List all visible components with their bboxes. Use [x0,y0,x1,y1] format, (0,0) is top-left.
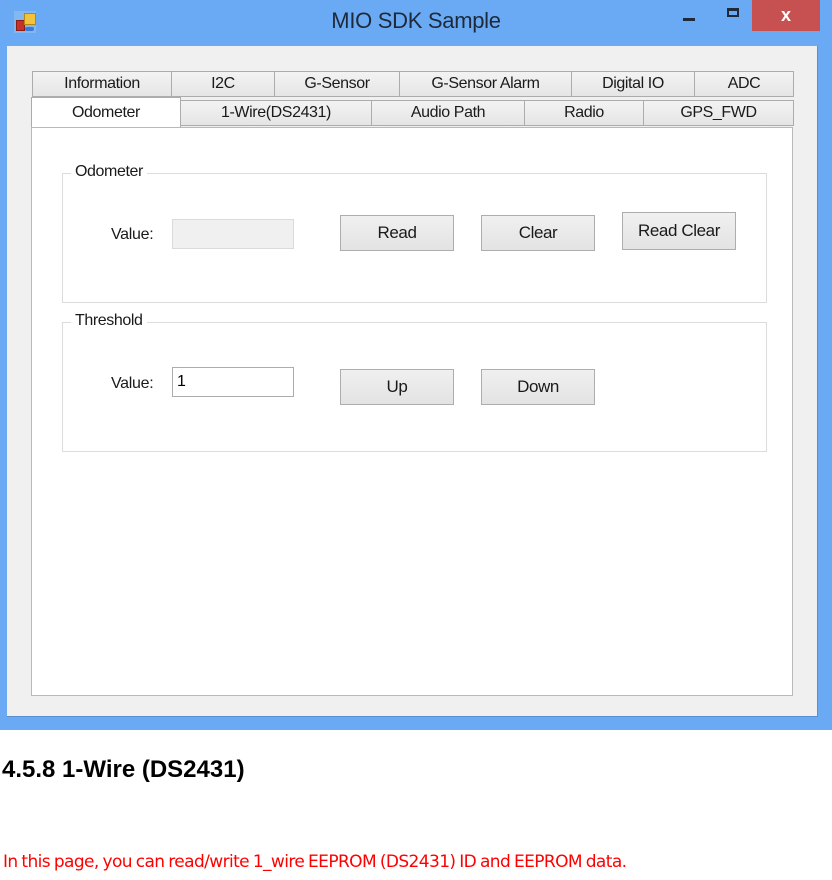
tab-odometer[interactable]: Odometer [31,97,181,127]
close-button[interactable]: x [752,0,820,31]
threshold-group-title: Threshold [71,312,147,330]
threshold-value-input[interactable] [172,367,294,397]
odometer-groupbox: Odometer Value: Read Clear Read Clear [62,163,767,303]
tab-1-wire[interactable]: 1-Wire(DS2431) [180,100,372,126]
section-description: In this page, you can read/write 1_wire … [3,852,627,872]
tab-information[interactable]: Information [32,71,172,97]
tab-gps-fwd[interactable]: GPS_FWD [643,100,794,126]
up-button[interactable]: Up [340,369,454,405]
title-bar[interactable]: MIO SDK Sample x [0,0,832,46]
minimize-icon [683,18,695,21]
read-clear-button[interactable]: Read Clear [622,212,736,250]
odometer-tab-page: Odometer Value: Read Clear Read Clear Th… [31,127,793,696]
app-window: MIO SDK Sample x Information I2C G-Senso… [0,0,832,730]
down-button[interactable]: Down [481,369,595,405]
tab-digital-io[interactable]: Digital IO [571,71,695,97]
threshold-value-label: Value: [111,375,154,392]
tab-g-sensor[interactable]: G-Sensor [274,71,400,97]
odometer-group-title: Odometer [71,163,147,181]
clear-button[interactable]: Clear [481,215,595,251]
section-heading: 4.5.8 1-Wire (DS2431) [2,756,245,783]
tab-radio[interactable]: Radio [524,100,644,126]
client-area: Information I2C G-Sensor G-Sensor Alarm … [7,46,818,717]
close-icon: x [780,5,791,25]
threshold-groupbox: Threshold Value: Up Down [62,312,767,452]
odometer-value-field[interactable] [172,219,294,249]
tab-audio-path[interactable]: Audio Path [371,100,525,126]
odometer-value-label: Value: [111,226,154,243]
window-title: MIO SDK Sample [331,8,501,33]
read-button[interactable]: Read [340,215,454,251]
maximize-button[interactable] [716,0,750,31]
tab-i2c[interactable]: I2C [171,71,275,97]
tab-g-sensor-alarm[interactable]: G-Sensor Alarm [399,71,572,97]
tab-adc[interactable]: ADC [694,71,794,97]
maximize-icon [727,8,739,17]
minimize-button[interactable] [672,0,706,31]
